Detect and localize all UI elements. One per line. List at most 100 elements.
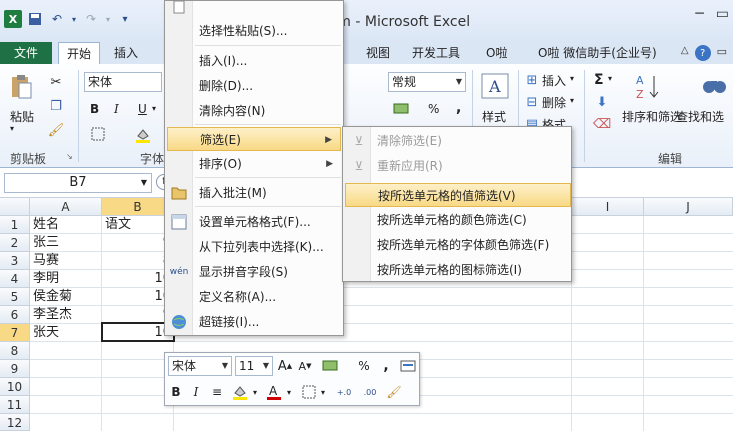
minimize-ribbon-icon[interactable]: △ bbox=[681, 45, 689, 61]
submenu-item-filter-by-font-color[interactable]: 按所选单元格的字体颜色筛选(F) bbox=[345, 233, 571, 257]
format-painter-icon[interactable]: 🖌 bbox=[48, 122, 65, 138]
copy-icon[interactable]: ❐ bbox=[48, 98, 64, 114]
cell-b1[interactable]: 语文 bbox=[103, 216, 173, 234]
cell-a1[interactable]: 姓名 bbox=[31, 216, 101, 234]
mini-border-dropdown-icon[interactable]: ▾ bbox=[319, 382, 327, 402]
paste-label[interactable]: 粘贴 bbox=[10, 108, 34, 125]
restore-window-icon[interactable]: ▭ bbox=[717, 45, 727, 61]
row-header[interactable]: 8 bbox=[0, 342, 30, 360]
menu-item-sort[interactable]: 排序(O) ▶ bbox=[167, 152, 341, 176]
mini-accounting-icon[interactable] bbox=[319, 356, 341, 376]
undo-icon[interactable]: ↶ bbox=[48, 10, 66, 28]
italic-button[interactable]: I bbox=[114, 102, 119, 116]
row-header[interactable]: 1 bbox=[0, 216, 30, 234]
cell-a2[interactable]: 张三 bbox=[31, 234, 101, 252]
submenu-item-filter-by-icon[interactable]: 按所选单元格的图标筛选(I) bbox=[345, 258, 571, 282]
mini-bold-button[interactable]: B bbox=[169, 382, 183, 402]
mini-fill-color-icon[interactable] bbox=[231, 382, 249, 402]
tab-file[interactable]: 文件 bbox=[0, 42, 52, 64]
paste-dropdown-icon[interactable]: ▾ bbox=[10, 124, 14, 133]
mini-border-icon[interactable] bbox=[301, 382, 317, 402]
tab-home[interactable]: 开始 bbox=[58, 42, 101, 65]
tab-wechat[interactable]: O啦 微信助手(企业号) bbox=[530, 42, 665, 64]
cell-a5[interactable]: 侯金菊 bbox=[31, 288, 101, 306]
mini-font-size-combo[interactable]: 11 ▼ bbox=[235, 356, 273, 376]
cell-a6[interactable]: 李圣杰 bbox=[31, 306, 101, 324]
mini-fill-dropdown-icon[interactable]: ▾ bbox=[251, 382, 259, 402]
underline-dropdown-icon[interactable]: ▾ bbox=[152, 104, 156, 113]
mini-format-painter-icon[interactable]: 🖌 bbox=[385, 382, 403, 402]
sort-filter-icon[interactable]: AZ bbox=[636, 72, 662, 100]
help-icon[interactable]: ? bbox=[694, 45, 711, 61]
cell-a3[interactable]: 马赛 bbox=[31, 252, 101, 270]
fill-down-icon[interactable]: ⬇ bbox=[594, 94, 610, 110]
cut-icon[interactable]: ✂ bbox=[48, 74, 64, 90]
mini-font-color-icon[interactable]: A bbox=[265, 382, 283, 402]
select-all-corner[interactable] bbox=[0, 198, 30, 216]
tab-olah[interactable]: O啦 bbox=[478, 42, 515, 64]
paste-option-icon[interactable] bbox=[171, 0, 187, 15]
percent-style-button[interactable]: % bbox=[428, 102, 439, 116]
mini-increase-decimal-icon[interactable]: +.0 bbox=[333, 382, 355, 402]
mini-decrease-decimal-icon[interactable]: .00 bbox=[359, 382, 381, 402]
name-box[interactable]: B7 ▼ bbox=[4, 173, 152, 193]
row-header[interactable]: 10 bbox=[0, 378, 30, 396]
menu-item-pick-from-list[interactable]: 从下拉列表中选择(K)... bbox=[167, 235, 341, 259]
menu-item-define-name[interactable]: 定义名称(A)... bbox=[167, 285, 341, 309]
fill-color-icon[interactable] bbox=[134, 126, 152, 144]
menu-item-hyperlink[interactable]: 超链接(I)... bbox=[167, 310, 341, 334]
insert-cells-icon[interactable]: ⊞ bbox=[524, 72, 540, 88]
mini-font-name-combo[interactable]: 宋体 ▼ bbox=[168, 356, 232, 376]
clear-icon[interactable]: ⌫ bbox=[593, 116, 611, 132]
mini-format-icon[interactable] bbox=[399, 356, 417, 376]
column-header-a[interactable]: A bbox=[30, 198, 102, 216]
row-header[interactable]: 2 bbox=[0, 234, 30, 252]
menu-item-insert-comment[interactable]: 插入批注(M) bbox=[167, 181, 341, 205]
excel-logo-icon[interactable]: X bbox=[4, 10, 22, 28]
mini-italic-button[interactable]: I bbox=[189, 382, 203, 402]
restore-icon[interactable]: ▭ bbox=[716, 6, 729, 22]
undo-dropdown-icon[interactable]: ▾ bbox=[70, 10, 78, 28]
row-header[interactable]: 9 bbox=[0, 360, 30, 378]
row-header[interactable]: 6 bbox=[0, 306, 30, 324]
number-format-combo[interactable]: 常规 ▼ bbox=[388, 72, 466, 92]
delete-cells-label[interactable]: 删除 bbox=[542, 94, 566, 111]
font-name-combo[interactable]: 宋体 bbox=[84, 72, 162, 92]
insert-cells-label[interactable]: 插入 bbox=[542, 72, 566, 89]
mini-percent-button[interactable]: % bbox=[357, 356, 371, 376]
autosum-icon[interactable]: Σ bbox=[594, 72, 604, 88]
comma-style-button[interactable]: , bbox=[456, 100, 461, 116]
customize-qat-icon[interactable]: ▾ bbox=[116, 10, 134, 28]
styles-icon[interactable]: A bbox=[480, 72, 510, 100]
cell-b4[interactable]: 10 bbox=[103, 270, 173, 288]
row-header[interactable]: 4 bbox=[0, 270, 30, 288]
menu-item-paste-special[interactable]: 选择性粘贴(S)... bbox=[167, 19, 341, 43]
menu-item-delete[interactable]: 删除(D)... bbox=[167, 74, 341, 98]
cell-b3[interactable]: 8 bbox=[103, 252, 173, 270]
shrink-font-icon[interactable]: A ▼ bbox=[297, 356, 313, 376]
insert-cells-dropdown-icon[interactable]: ▾ bbox=[570, 74, 574, 83]
cell-b2[interactable]: 9 bbox=[103, 234, 173, 252]
menu-item-show-phonetic[interactable]: wén 显示拼音字段(S) bbox=[167, 260, 341, 284]
row-header[interactable]: 3 bbox=[0, 252, 30, 270]
row-header[interactable]: 5 bbox=[0, 288, 30, 306]
column-header-i[interactable]: I bbox=[572, 198, 644, 216]
menu-item-filter[interactable]: 筛选(E) ▶ bbox=[167, 127, 341, 151]
save-icon[interactable] bbox=[26, 10, 44, 28]
mini-center-align-icon[interactable]: ≡ bbox=[209, 382, 225, 402]
paste-icon[interactable] bbox=[8, 72, 34, 102]
sort-filter-label[interactable]: 排序和筛选 bbox=[622, 108, 682, 125]
row-header[interactable]: 11 bbox=[0, 396, 30, 414]
delete-cells-dropdown-icon[interactable]: ▾ bbox=[570, 96, 574, 105]
tab-developer[interactable]: 开发工具 bbox=[404, 42, 468, 64]
accounting-format-icon[interactable] bbox=[392, 100, 410, 118]
tab-view[interactable]: 视图 bbox=[358, 42, 398, 64]
border-icon[interactable] bbox=[90, 126, 106, 142]
mini-font-color-dropdown-icon[interactable]: ▾ bbox=[285, 382, 293, 402]
menu-item-insert[interactable]: 插入(I)... bbox=[167, 49, 341, 73]
clipboard-launcher-icon[interactable]: ↘ bbox=[66, 152, 73, 161]
redo-dropdown-icon[interactable]: ▾ bbox=[104, 10, 112, 28]
redo-icon[interactable]: ↷ bbox=[82, 10, 100, 28]
grow-font-icon[interactable]: A ▲ bbox=[277, 356, 293, 376]
mini-comma-button[interactable]: , bbox=[379, 356, 393, 376]
